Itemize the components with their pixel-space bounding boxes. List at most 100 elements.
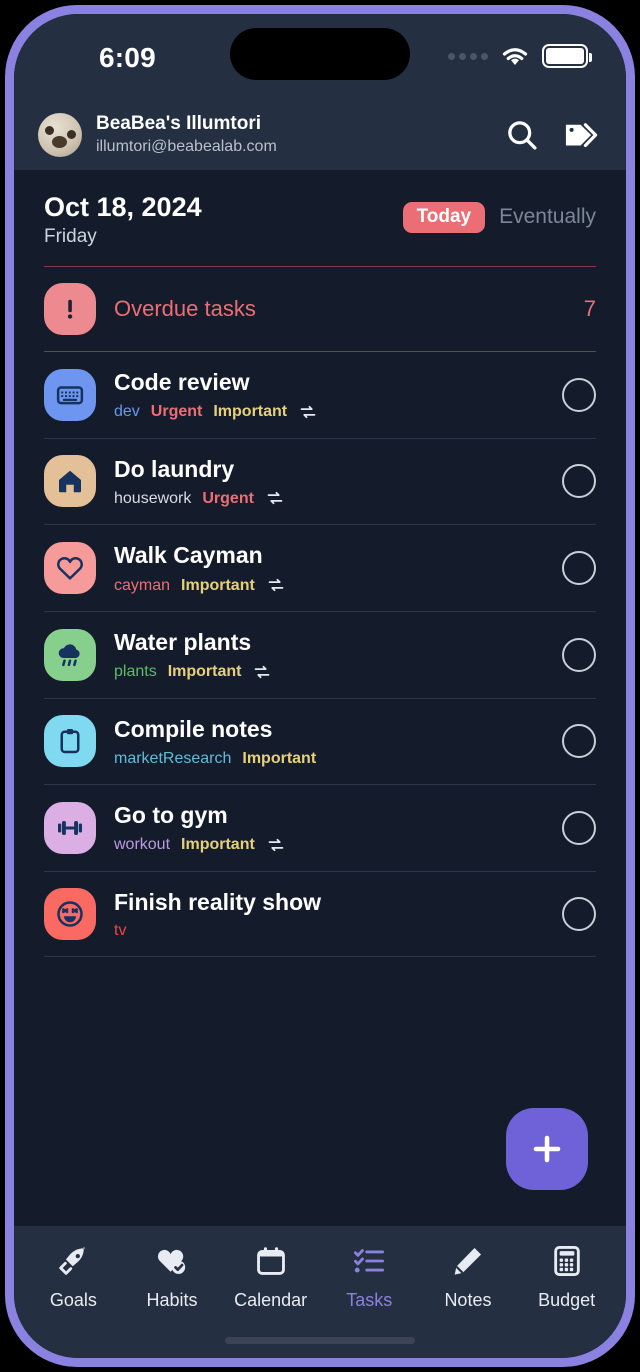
laughing-face-icon <box>44 888 96 941</box>
account-text: BeaBea's Illumtori illumtori@beabealab.c… <box>96 113 490 157</box>
alert-icon <box>44 282 96 335</box>
calculator-icon <box>550 1244 584 1283</box>
task-row[interactable]: Water plants plants Important <box>14 612 626 698</box>
current-date: Oct 18, 2024 <box>44 192 202 222</box>
nav-item-tasks[interactable]: Tasks <box>323 1244 415 1311</box>
task-complete-checkbox[interactable] <box>562 377 596 412</box>
nav-item-label: Calendar <box>234 1290 308 1310</box>
task-list: Code review dev Urgent Important Do laundry h… <box>14 352 626 958</box>
task-tag[interactable]: Important <box>181 576 255 595</box>
tags-icon[interactable] <box>562 117 598 153</box>
overdue-label: Overdue tasks <box>114 295 256 321</box>
repeat-icon <box>300 405 316 418</box>
task-title: Do laundry <box>114 455 235 482</box>
nav-item-label: Tasks <box>346 1290 393 1310</box>
task-row[interactable]: Go to gym workout Important <box>14 785 626 871</box>
checklist-icon <box>352 1244 386 1283</box>
task-body: Do laundry housework Urgent <box>114 455 544 509</box>
account-email: illumtori@beabealab.com <box>96 137 277 155</box>
task-complete-checkbox[interactable] <box>562 637 596 672</box>
task-title: Code review <box>114 368 250 395</box>
clipboard-icon <box>44 715 96 768</box>
task-tag[interactable]: marketResearch <box>114 749 231 768</box>
nav-item-label: Budget <box>538 1290 596 1310</box>
task-title: Compile notes <box>114 715 273 742</box>
task-complete-checkbox[interactable] <box>562 551 596 586</box>
repeat-icon <box>268 578 284 592</box>
nav-item-label: Notes <box>444 1290 492 1310</box>
calendar-icon <box>254 1244 288 1283</box>
task-title: Go to gym <box>114 801 228 828</box>
task-row[interactable]: Finish reality show tv <box>14 872 626 957</box>
overdue-count: 7 <box>583 295 596 321</box>
task-tag[interactable]: Important <box>213 402 287 421</box>
status-indicators <box>448 44 592 68</box>
wifi-icon <box>502 48 528 65</box>
task-tag[interactable]: tv <box>114 921 126 940</box>
heart-icon <box>44 542 96 595</box>
header-actions <box>504 117 598 153</box>
rocket-icon <box>56 1244 90 1283</box>
task-body: Walk Cayman cayman Important <box>114 541 544 595</box>
home-icon <box>44 455 96 508</box>
task-complete-checkbox[interactable] <box>562 897 596 932</box>
repeat-icon <box>268 838 284 851</box>
task-row[interactable]: Walk Cayman cayman Important <box>14 525 626 611</box>
search-icon[interactable] <box>504 117 540 153</box>
avatar[interactable] <box>38 113 82 157</box>
nav-item-budget[interactable]: Budget <box>521 1244 613 1311</box>
task-tag[interactable]: dev <box>114 402 140 421</box>
rain-cloud-icon <box>44 628 96 681</box>
nav-item-habits[interactable]: Habits <box>126 1244 218 1311</box>
task-divider <box>44 956 596 958</box>
repeat-icon <box>267 492 283 505</box>
task-tag[interactable]: Important <box>181 835 255 854</box>
current-weekday: Friday <box>44 225 97 247</box>
task-tags: workout Important <box>114 835 544 855</box>
task-body: Water plants plants Important <box>114 628 544 682</box>
nav-item-notes[interactable]: Notes <box>422 1244 514 1311</box>
nav-item-label: Habits <box>146 1290 198 1310</box>
task-title: Finish reality show <box>114 888 322 915</box>
add-task-button[interactable] <box>506 1108 588 1190</box>
task-row[interactable]: Compile notes marketResearch Important <box>14 699 626 784</box>
task-tags: housework Urgent <box>114 488 544 508</box>
keyboard-icon <box>44 368 96 421</box>
task-body: Compile notes marketResearch Important <box>114 715 544 768</box>
task-tag[interactable]: Important <box>168 662 242 681</box>
task-complete-checkbox[interactable] <box>562 464 596 499</box>
task-complete-checkbox[interactable] <box>562 724 596 759</box>
dumbbell-icon <box>44 801 96 854</box>
dynamic-island <box>230 28 410 80</box>
status-time: 6:09 <box>99 42 156 73</box>
tab-eventually[interactable]: Eventually <box>499 205 596 229</box>
task-tags: cayman Important <box>114 575 544 595</box>
task-tag[interactable]: Important <box>242 749 316 768</box>
task-body: Finish reality show tv <box>114 888 544 941</box>
tab-today[interactable]: Today <box>402 202 486 233</box>
task-complete-checkbox[interactable] <box>562 810 596 845</box>
overdue-row[interactable]: Overdue tasks 7 <box>14 267 626 351</box>
task-tag[interactable]: Urgent <box>151 402 203 421</box>
task-tags: tv <box>114 921 544 940</box>
phone-screen: 6:09 BeaBea's Illumtori illumtori@beabea… <box>14 14 626 1358</box>
task-body: Go to gym workout Important <box>114 801 544 855</box>
nav-item-goals[interactable]: Goals <box>27 1244 119 1311</box>
date-header: Oct 18, 2024 Friday Today Eventually <box>14 170 626 248</box>
task-tag[interactable]: housework <box>114 489 191 508</box>
nav-item-calendar[interactable]: Calendar <box>225 1244 317 1311</box>
date-block: Oct 18, 2024 Friday <box>44 192 202 248</box>
task-tag[interactable]: Urgent <box>202 489 254 508</box>
task-tag[interactable]: workout <box>114 835 170 854</box>
home-indicator <box>225 1337 415 1344</box>
task-tags: plants Important <box>114 662 544 682</box>
task-tag[interactable]: cayman <box>114 576 170 595</box>
pencil-icon <box>451 1244 485 1283</box>
account-header[interactable]: BeaBea's Illumtori illumtori@beabealab.c… <box>14 100 626 170</box>
task-tag[interactable]: plants <box>114 662 157 681</box>
task-row[interactable]: Code review dev Urgent Important <box>14 352 626 438</box>
task-body: Code review dev Urgent Important <box>114 368 544 422</box>
task-title: Water plants <box>114 629 252 656</box>
task-row[interactable]: Do laundry housework Urgent <box>14 439 626 525</box>
repeat-icon <box>255 665 270 678</box>
